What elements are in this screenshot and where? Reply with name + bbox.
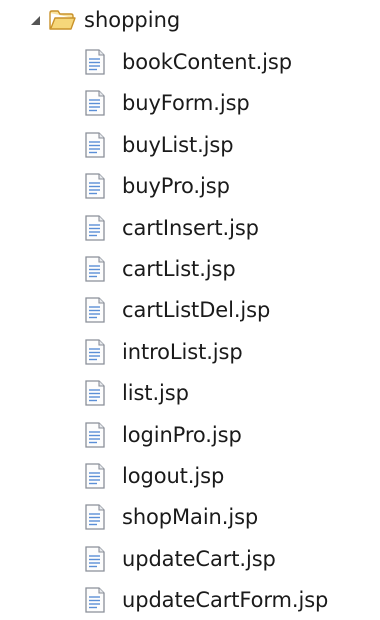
tree-file-item[interactable]: buyList.jsp <box>84 125 234 165</box>
tree-file-label: shopMain.jsp <box>122 505 259 530</box>
jsp-file-icon <box>85 587 105 613</box>
tree-file-item[interactable]: shopMain.jsp <box>84 497 258 537</box>
open-folder-icon <box>49 10 76 30</box>
tree-file-label: introList.jsp <box>122 339 243 364</box>
tree-file-label: cartListDel.jsp <box>122 298 271 323</box>
tree-file-item[interactable]: introList.jsp <box>84 332 243 372</box>
project-explorer-tree: shopping bookContent.jsp buyForm.jsp buyLi… <box>0 0 380 613</box>
jsp-file-icon <box>85 339 105 365</box>
tree-file-item[interactable]: buyPro.jsp <box>84 166 230 206</box>
tree-file-item[interactable]: bookContent.jsp <box>84 42 292 82</box>
jsp-file-icon <box>85 49 105 75</box>
tree-file-label: loginPro.jsp <box>122 422 242 447</box>
tree-file-label: buyForm.jsp <box>122 91 250 116</box>
tree-file-label: list.jsp <box>122 381 189 406</box>
tree-file-item[interactable]: updateCart.jsp <box>84 539 276 579</box>
tree-file-item[interactable]: buyForm.jsp <box>84 83 250 123</box>
jsp-file-icon <box>85 421 105 448</box>
jsp-file-icon <box>85 214 105 241</box>
tree-file-label: updateCartForm.jsp <box>122 588 329 613</box>
tree-file-label: bookContent.jsp <box>122 50 292 74</box>
tree-file-item[interactable]: cartList.jsp <box>84 249 236 289</box>
tree-file-item[interactable]: list.jsp <box>84 373 189 413</box>
tree-file-label: buyPro.jsp <box>122 174 230 199</box>
jsp-file-icon <box>85 173 105 199</box>
jsp-file-icon <box>85 380 105 406</box>
jsp-file-icon <box>85 504 105 531</box>
folder-label: shopping <box>84 8 181 32</box>
folder-item-shopping[interactable]: shopping <box>28 0 180 40</box>
jsp-file-icon <box>85 546 105 572</box>
jsp-file-icon <box>85 132 105 158</box>
expanded-triangle-icon[interactable] <box>28 0 42 40</box>
jsp-file-icon <box>85 463 105 489</box>
tree-file-label: buyList.jsp <box>122 132 234 157</box>
jsp-file-icon <box>85 90 105 117</box>
tree-file-label: logout.jsp <box>122 464 225 488</box>
tree-file-label: cartList.jsp <box>122 257 236 281</box>
tree-file-item[interactable]: loginPro.jsp <box>84 415 242 455</box>
tree-file-label: cartInsert.jsp <box>122 215 259 240</box>
tree-file-label: updateCart.jsp <box>122 546 276 571</box>
tree-file-item[interactable]: logout.jsp <box>84 456 224 496</box>
jsp-file-icon <box>85 256 105 282</box>
jsp-file-icon <box>85 297 105 324</box>
tree-file-item[interactable]: cartListDel.jsp <box>84 290 270 330</box>
tree-file-item[interactable]: cartInsert.jsp <box>84 208 259 248</box>
tree-file-item[interactable]: updateCartForm.jsp <box>84 580 328 620</box>
